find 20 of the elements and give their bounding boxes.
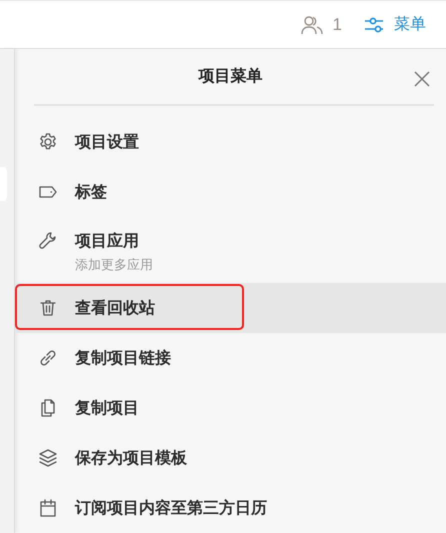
menu-item[interactable]: 查看回收站 (15, 283, 446, 333)
link-icon (38, 348, 58, 368)
wrench-icon (38, 231, 58, 251)
people-icon[interactable] (300, 14, 323, 34)
item-subtitle: 添加更多应用 (75, 257, 153, 274)
trash-icon (38, 298, 58, 318)
menu-item[interactable]: 项目设置 (15, 117, 446, 167)
gear-icon (38, 132, 58, 152)
menu-item[interactable]: 复制项目链接 (15, 333, 446, 383)
menu-item[interactable]: 订阅项目内容至第三方日历 (15, 483, 446, 533)
panel-title: 项目菜单 (198, 66, 262, 88)
menu-item[interactable]: 项目应用 添加更多应用 (15, 217, 446, 283)
calendar-icon (38, 498, 58, 518)
menu-item[interactable]: 标签 (15, 167, 446, 217)
menu-item[interactable]: 复制项目 (15, 383, 446, 433)
member-count: 1 (332, 14, 342, 34)
close-icon[interactable] (414, 71, 430, 87)
menu-item[interactable]: 保存为项目模板 (15, 433, 446, 483)
layers-icon (38, 448, 58, 468)
sliders-icon (364, 16, 384, 32)
